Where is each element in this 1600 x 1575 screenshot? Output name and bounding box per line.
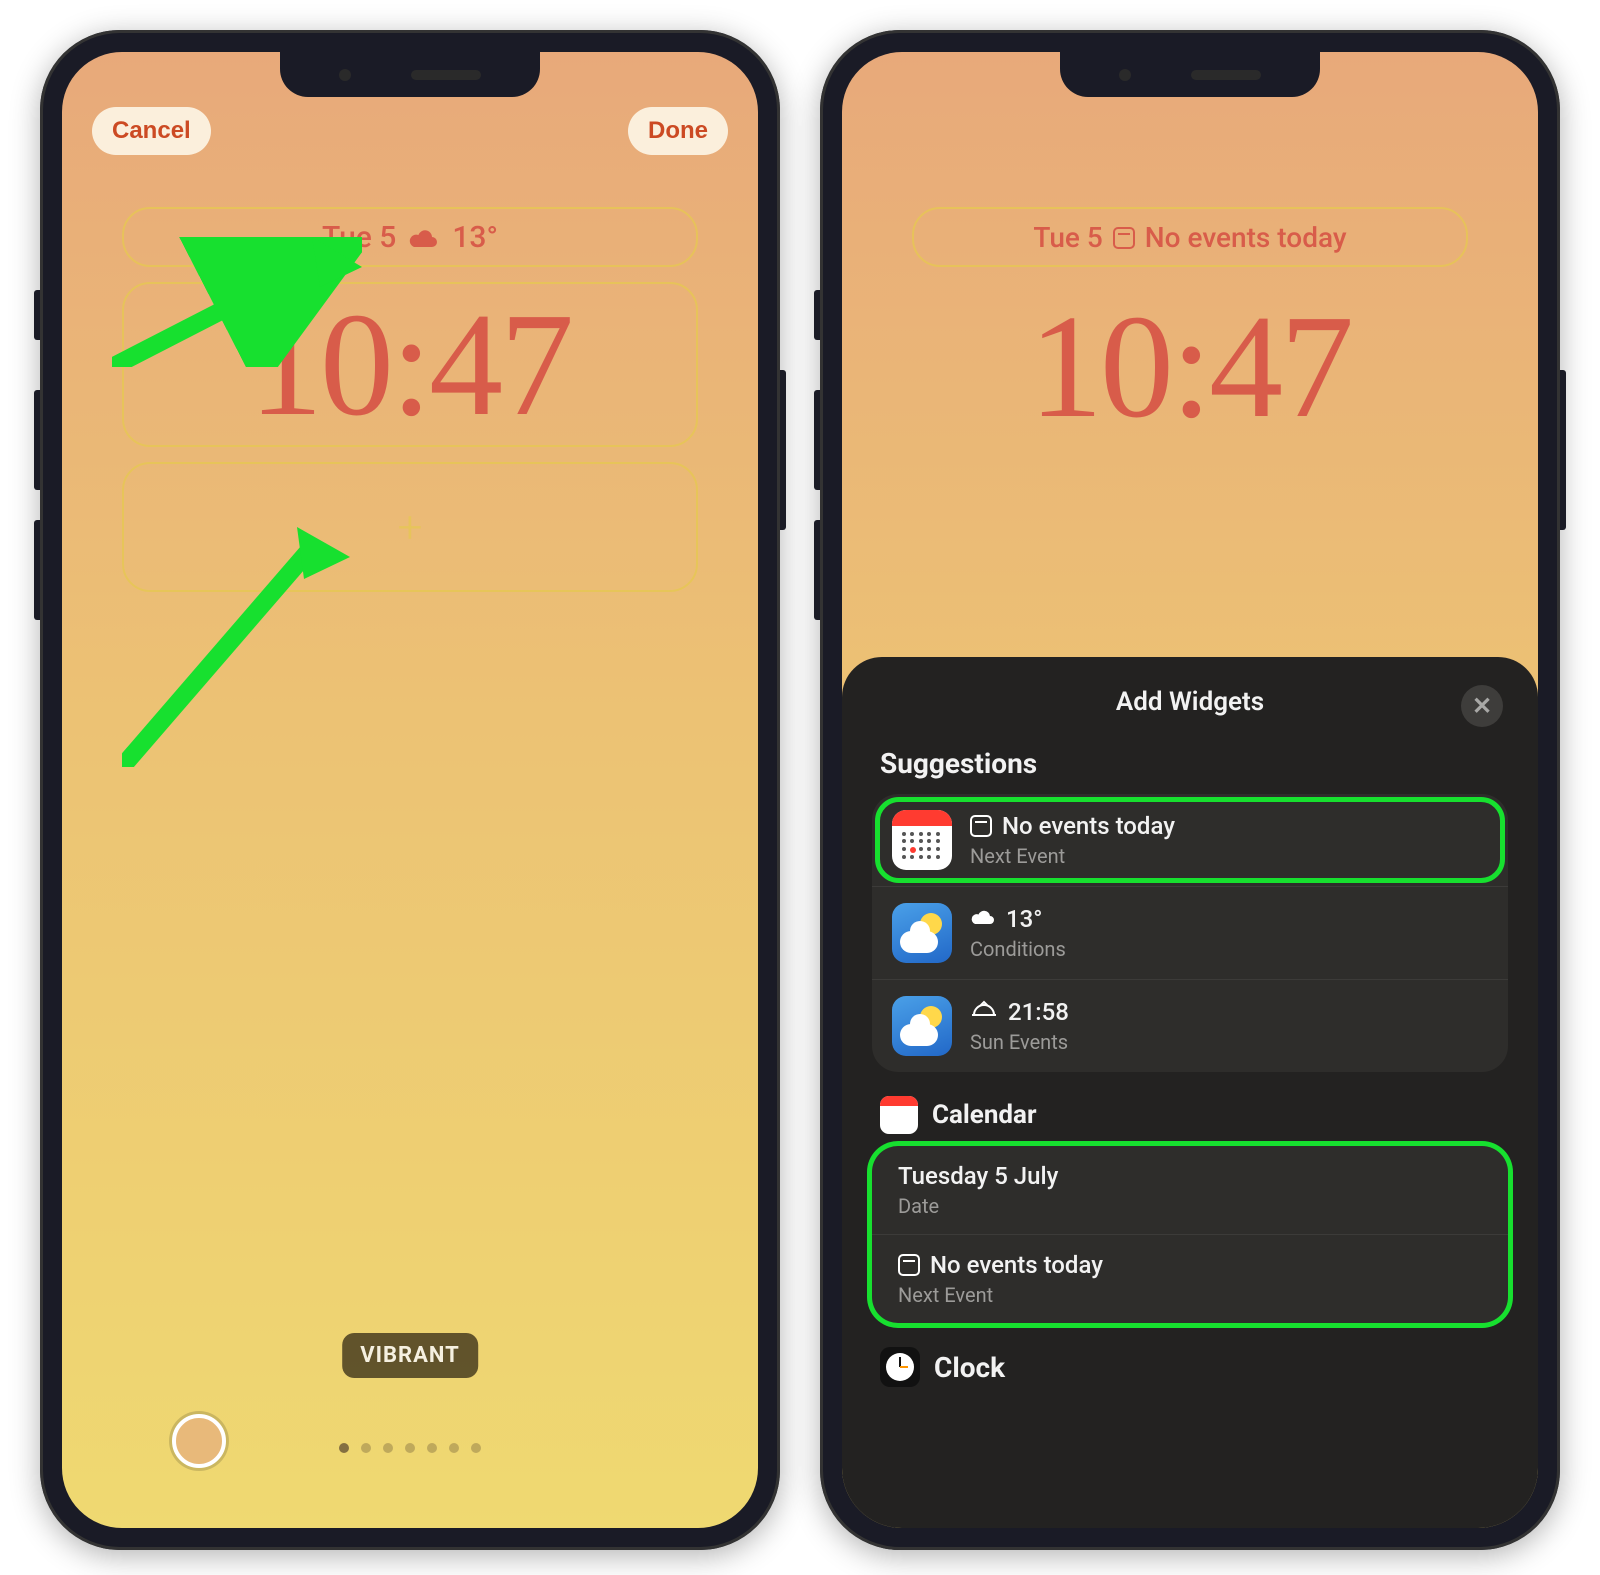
calendar-widget-date[interactable]: Tuesday 5 July Date (872, 1146, 1508, 1235)
suggestion-sun-events[interactable]: 21:58 Sun Events (872, 980, 1508, 1072)
cloud-icon (408, 220, 440, 255)
temp-label: 13° (452, 220, 498, 255)
weather-app-icon (892, 996, 952, 1056)
close-button[interactable]: ✕ (1461, 685, 1503, 727)
section-label: Clock (934, 1351, 1005, 1384)
calendar-mini-icon (898, 1254, 920, 1276)
date-label: Tue 5 (1033, 221, 1102, 254)
page-indicator[interactable] (339, 1443, 481, 1453)
lockscreen-edit: Cancel Done Tue 5 13° 10:47 + (62, 52, 758, 1528)
calendar-widgets-card: Tuesday 5 July Date No events today Next… (872, 1146, 1508, 1323)
annotation-arrow-top (112, 237, 362, 367)
widget-subtitle: Date (898, 1194, 1058, 1218)
done-button[interactable]: Done (628, 107, 728, 155)
calendar-mini-icon (1113, 227, 1135, 249)
calendar-section-heading: Calendar (880, 1096, 1500, 1134)
suggestions-heading: Suggestions (880, 747, 1500, 780)
calendar-app-icon (892, 810, 952, 870)
sheet-title: Add Widgets (1116, 687, 1264, 717)
lockscreen-widgets-sheet: Tue 5 No events today 10:47 Add Widgets … (842, 52, 1538, 1528)
cancel-button[interactable]: Cancel (92, 107, 211, 155)
suggestion-title: 21:58 (1008, 998, 1069, 1026)
calendar-widget-next-event[interactable]: No events today Next Event (872, 1235, 1508, 1323)
suggestions-card: No events today Next Event (872, 794, 1508, 1072)
side-buttons-left (814, 290, 820, 650)
plus-icon: + (398, 501, 423, 553)
side-buttons-left (34, 290, 40, 650)
suggestion-next-event[interactable]: No events today Next Event (872, 794, 1508, 887)
annotation-arrow-bottom (122, 507, 352, 767)
suggestion-title: 13° (1006, 905, 1042, 933)
sunrise-icon (970, 998, 998, 1026)
event-label: No events today (1145, 221, 1347, 254)
suggestion-subtitle: Conditions (970, 937, 1066, 961)
clock-time: 10:47 (842, 282, 1538, 452)
power-button (1560, 370, 1566, 530)
widget-title: No events today (930, 1251, 1103, 1279)
suggestion-subtitle: Next Event (970, 844, 1175, 868)
add-widgets-sheet: Add Widgets ✕ Suggestions No even (842, 657, 1538, 1528)
suggestion-subtitle: Sun Events (970, 1030, 1069, 1054)
calendar-app-icon (880, 1096, 918, 1134)
cloud-icon (970, 905, 996, 933)
color-picker-button[interactable] (172, 1414, 226, 1468)
suggestion-conditions[interactable]: 13° Conditions (872, 887, 1508, 980)
section-label: Calendar (932, 1100, 1037, 1130)
notch (280, 52, 540, 97)
phone-left: Cancel Done Tue 5 13° 10:47 + (40, 30, 780, 1550)
notch (1060, 52, 1320, 97)
phone-right: Tue 5 No events today 10:47 Add Widgets … (820, 30, 1560, 1550)
widget-title: Tuesday 5 July (898, 1162, 1058, 1190)
suggestion-title: No events today (1002, 812, 1175, 840)
date-widget-slot[interactable]: Tue 5 No events today (912, 207, 1468, 267)
widget-subtitle: Next Event (898, 1283, 1103, 1307)
filter-name-label: VIBRANT (342, 1333, 478, 1378)
power-button (780, 370, 786, 530)
close-icon: ✕ (1472, 692, 1492, 720)
clock-section-heading: Clock (880, 1347, 1500, 1387)
clock-app-icon (880, 1347, 920, 1387)
weather-app-icon (892, 903, 952, 963)
calendar-mini-icon (970, 815, 992, 837)
